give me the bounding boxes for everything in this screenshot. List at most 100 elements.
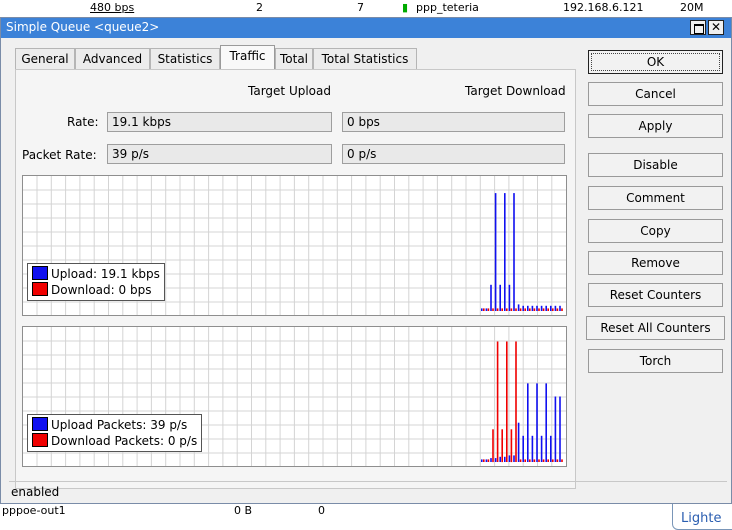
packet-rate-label: Packet Rate: [22,148,97,162]
upload-bar [554,305,557,311]
rate-download-field[interactable]: 0 bps [342,112,565,132]
cancel-button[interactable]: Cancel [588,82,723,106]
download-bar [492,429,494,463]
bg-cell: 0 [318,504,325,517]
download-bar [538,459,540,462]
background-table-row-top: 480 bps 2 7 ▮ ppp_teteria 192.168.6.121 … [0,0,732,18]
tab-statistics[interactable]: Statistics [150,48,220,69]
download-bar [529,308,531,311]
tab-total[interactable]: Total [275,48,313,69]
download-bar [496,308,499,311]
download-bar [515,308,517,311]
upload-bar [517,422,520,462]
upload-bar [481,459,483,462]
packet-upload-field[interactable]: 39 p/s [107,144,332,164]
bg-cell: 20M [680,1,704,14]
download-swatch [32,433,48,447]
packets-graph: Upload Packets: 39 p/s Download Packets:… [22,326,567,467]
download-bar [519,308,522,311]
download-bar [542,459,545,462]
upload-swatch [32,417,48,431]
legend-download-text: Download: 0 bps [51,283,152,297]
upload-bar [499,456,501,462]
torch-button[interactable]: Torch [588,349,723,373]
download-bar [533,308,536,311]
download-bar [529,459,531,462]
legend-download-row: Download: 0 bps [32,282,160,298]
bg-cell: 0 B [234,504,253,517]
upload-bar [554,396,557,462]
rate-upload-field[interactable]: 19.1 kbps [107,112,332,132]
legend-upload-row: Upload: 19.1 kbps [32,266,160,282]
traffic-panel: Target Upload Target Download Rate: 19.1… [15,69,576,489]
upload-bar [485,459,488,462]
legend-upload-text: Upload: 19.1 kbps [51,267,160,281]
download-bar [515,341,517,462]
bg-cell: 480 bps [90,1,135,14]
legend-download-packets-text: Download Packets: 0 p/s [51,434,198,448]
bg-cell: pppoe-out1 [2,504,66,517]
download-bar [483,459,485,462]
download-bar [552,459,554,462]
download-bar [524,308,526,311]
status-bar: enabled [9,481,727,505]
upload-bar [513,193,515,311]
legend-upload-packets-text: Upload Packets: 39 p/s [51,418,188,432]
comment-button[interactable]: Comment [588,186,723,210]
upload-bar [522,435,524,462]
upload-bar [536,305,538,311]
close-icon[interactable]: ✕ [708,20,724,35]
upload-bar [531,435,534,462]
bg-cell: ▮ [402,1,409,14]
tab-traffic[interactable]: Traffic [220,45,275,70]
tab-general[interactable]: General [15,48,75,69]
packet-download-field[interactable]: 0 p/s [342,144,565,164]
upload-bar [559,305,561,311]
upload-swatch [32,266,48,280]
download-bar [519,459,522,462]
upload-bar [559,396,561,462]
upload-bar [504,456,506,462]
remove-button[interactable]: Remove [588,251,723,275]
upload-bar [490,284,492,311]
rate-graph: Upload: 19.1 kbps Download: 0 bps [22,175,567,316]
reset-counters-button[interactable]: Reset Counters [588,283,723,307]
packets-legend: Upload Packets: 39 p/s Download Packets:… [27,414,203,452]
download-bar [501,429,503,463]
download-bar [492,308,494,311]
reset-all-counters-button[interactable]: Reset All Counters [586,316,725,340]
tab-advanced[interactable]: Advanced [75,48,150,69]
upload-bar [481,308,483,311]
download-bar [533,459,536,462]
upload-bar [536,383,538,462]
disable-button[interactable]: Disable [588,153,723,177]
background-table-row-bottom: pppoe-out1 0 B 0 [0,503,732,521]
rate-label: Rate: [67,115,99,129]
upload-bar [517,304,520,311]
download-bar [483,308,485,311]
upload-bar [522,305,524,311]
upload-bar [508,455,511,462]
restore-icon[interactable] [690,20,706,35]
bg-cell: ppp_teteria [416,1,479,14]
upload-bar [494,193,497,311]
download-bar [561,459,563,462]
title-bar[interactable]: Simple Queue <queue2> ✕ [1,18,731,38]
bg-cell: 192.168.6.121 [563,1,644,14]
tab-total-statistics[interactable]: Total Statistics [313,48,417,69]
copy-button[interactable]: Copy [588,219,723,243]
upload-bar [513,455,515,462]
download-swatch [32,282,48,296]
download-bar [547,459,549,462]
download-bar [524,459,526,462]
download-bar [561,308,563,311]
upload-bar [499,284,501,311]
ok-button[interactable]: OK [588,50,723,74]
download-bar [487,308,490,311]
upload-bar [540,435,543,462]
bg-cell: 2 [256,1,263,14]
download-bar [547,308,549,311]
apply-button[interactable]: Apply [588,114,723,138]
upload-bar [540,305,543,311]
upload-bar [545,383,547,462]
